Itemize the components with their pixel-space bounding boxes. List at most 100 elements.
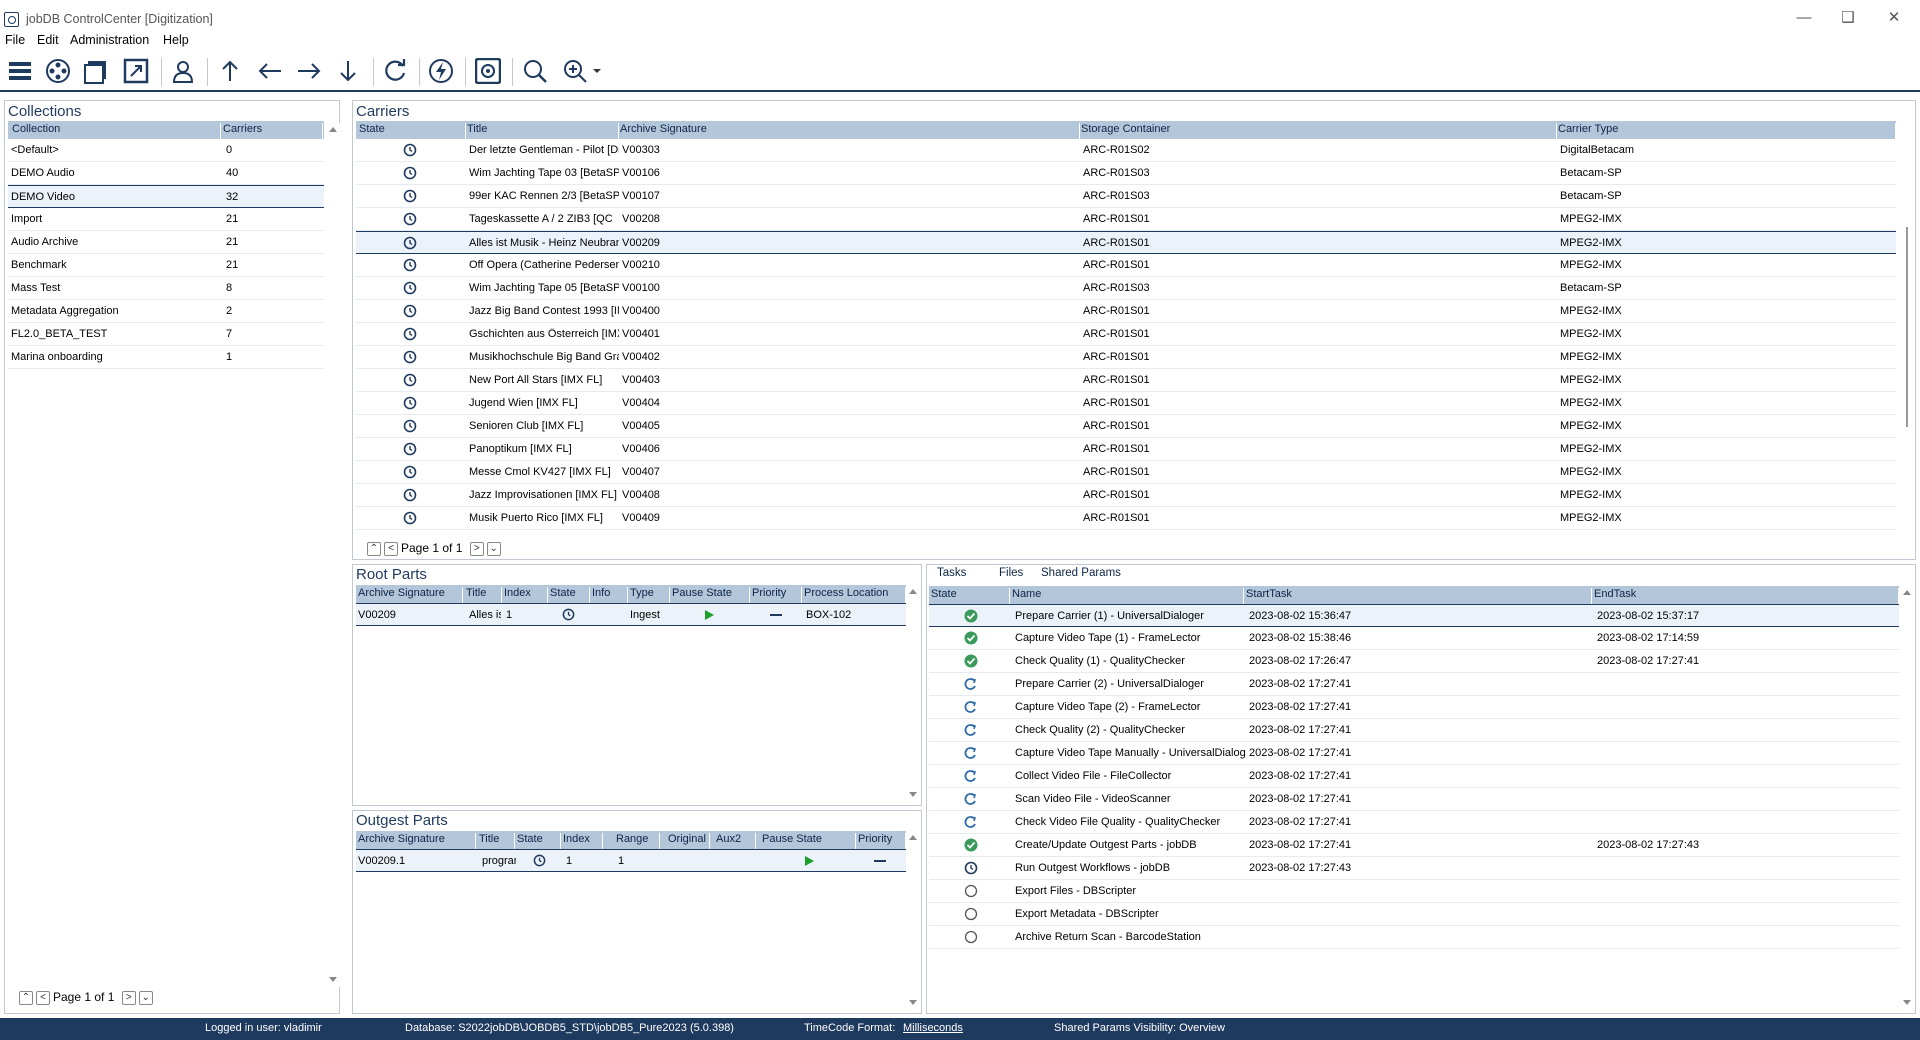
collection-row[interactable]: Mass Test 8 bbox=[8, 277, 324, 300]
col-aux2[interactable]: Aux2 bbox=[716, 833, 756, 849]
col-priority[interactable]: Priority bbox=[858, 833, 906, 849]
menu-administration[interactable]: Administration bbox=[70, 33, 149, 47]
task-row[interactable]: Prepare Carrier (1) - UniversalDialoger 2… bbox=[929, 604, 1899, 627]
carrier-row[interactable]: Off Opera (Catherine Pedersen V00210 ARC-R… bbox=[356, 254, 1896, 277]
col-title[interactable]: Title bbox=[479, 833, 515, 849]
pager-next-icon[interactable]: > bbox=[469, 541, 484, 556]
zoom-icon[interactable] bbox=[520, 56, 550, 86]
chevron-down-icon[interactable] bbox=[590, 56, 604, 86]
collections-scrollbar[interactable] bbox=[327, 123, 341, 987]
carrier-row[interactable]: Senioren Club [IMX FL] V00405 ARC-R01S01 MP… bbox=[356, 415, 1896, 438]
pager-prev-icon[interactable]: < bbox=[384, 541, 398, 556]
carrier-row[interactable]: Musik Puerto Rico [IMX FL] V00409 ARC-R01S… bbox=[356, 507, 1896, 530]
task-row[interactable]: Collect Video File - FileCollector 2023-0… bbox=[929, 765, 1899, 788]
minimize-button[interactable]: — bbox=[1782, 6, 1826, 30]
col-range[interactable]: Range bbox=[616, 833, 660, 849]
task-row[interactable]: Export Metadata - DBScripter bbox=[929, 903, 1899, 926]
collection-row[interactable]: Metadata Aggregation 2 bbox=[8, 300, 324, 323]
collection-row[interactable]: <Default> 0 bbox=[8, 139, 324, 162]
close-button[interactable]: ✕ bbox=[1872, 6, 1916, 30]
export-icon[interactable] bbox=[121, 56, 151, 86]
arrow-left-icon[interactable] bbox=[255, 56, 285, 86]
carrier-row[interactable]: Jazz Big Band Contest 1993 [IM V00400 ARC-… bbox=[356, 300, 1896, 323]
root-parts-scrollbar[interactable] bbox=[907, 585, 921, 803]
col-state[interactable]: State bbox=[517, 833, 561, 849]
col-pause-state[interactable]: Pause State bbox=[672, 587, 750, 603]
carrier-row[interactable]: Panoptikum [IMX FL] V00406 ARC-R01S01 MPEG2… bbox=[356, 438, 1896, 461]
table-row[interactable]: V00209.1 prograr 1 1 bbox=[356, 849, 906, 872]
carrier-row[interactable]: New Port All Stars [IMX FL] V00403 ARC-R01… bbox=[356, 369, 1896, 392]
pager-last-icon[interactable]: ⌄ bbox=[486, 541, 501, 556]
col-start-task[interactable]: StartTask bbox=[1246, 588, 1592, 604]
col-original[interactable]: Original bbox=[668, 833, 710, 849]
task-row[interactable]: Capture Video Tape Manually - UniversalD… bbox=[929, 742, 1899, 765]
tab-shared-params[interactable]: Shared Params bbox=[1041, 567, 1121, 579]
safe-icon[interactable] bbox=[473, 56, 503, 86]
menu-edit[interactable]: Edit bbox=[37, 33, 59, 47]
menu-help[interactable]: Help bbox=[163, 33, 189, 47]
col-archive-signature[interactable]: Archive Signature bbox=[620, 123, 1080, 139]
col-collection[interactable]: Collection bbox=[12, 123, 221, 139]
menu-icon[interactable] bbox=[5, 56, 35, 86]
pager-first-icon[interactable]: ⌃ bbox=[19, 990, 33, 1005]
pager-last-icon[interactable]: ⌄ bbox=[138, 990, 153, 1005]
col-title[interactable]: Title bbox=[467, 123, 619, 139]
collection-row[interactable]: DEMO Video 32 bbox=[8, 185, 324, 208]
task-row[interactable]: Check Quality (2) - QualityChecker 2023-0… bbox=[929, 719, 1899, 742]
task-row[interactable]: Run Outgest Workflows - jobDB 2023-08-02 … bbox=[929, 857, 1899, 880]
col-storage-container[interactable]: Storage Container bbox=[1081, 123, 1557, 139]
collection-row[interactable]: DEMO Audio 40 bbox=[8, 162, 324, 185]
col-pause-state[interactable]: Pause State bbox=[762, 833, 856, 849]
menu-file[interactable]: File bbox=[5, 33, 25, 47]
carrier-row[interactable]: Wim Jachting Tape 03 [BetaSP V00106 ARC-R0… bbox=[356, 162, 1896, 185]
col-index[interactable]: Index bbox=[504, 587, 548, 603]
col-title[interactable]: Title bbox=[466, 587, 502, 603]
arrow-right-icon[interactable] bbox=[294, 56, 324, 86]
collection-row[interactable]: Audio Archive 21 bbox=[8, 231, 324, 254]
col-archive-signature[interactable]: Archive Signature bbox=[358, 587, 463, 603]
restore-button[interactable]: ❑ bbox=[1826, 6, 1870, 30]
user-icon[interactable] bbox=[168, 56, 198, 86]
tasks-scrollbar[interactable] bbox=[1901, 586, 1915, 1011]
carrier-row[interactable]: Der letzte Gentleman - Pilot [Di V00303 AR… bbox=[356, 139, 1896, 162]
task-row[interactable]: Check Quality (1) - QualityChecker 2023-0… bbox=[929, 650, 1899, 673]
collection-row[interactable]: Import 21 bbox=[8, 208, 324, 231]
task-row[interactable]: Export Files - DBScripter bbox=[929, 880, 1899, 903]
col-priority[interactable]: Priority bbox=[752, 587, 802, 603]
col-info[interactable]: Info bbox=[592, 587, 628, 603]
col-process-location[interactable]: Process Location bbox=[804, 587, 906, 603]
timecode-format-link[interactable]: Milliseconds bbox=[903, 1022, 963, 1034]
film-reel-icon[interactable] bbox=[43, 56, 73, 86]
pager-first-icon[interactable]: ⌃ bbox=[367, 541, 381, 556]
play-icon[interactable] bbox=[804, 855, 815, 870]
outgest-parts-scrollbar[interactable] bbox=[907, 831, 921, 1011]
carrier-row[interactable]: Gschichten aus Österreich [IMX V00401 ARC-… bbox=[356, 323, 1896, 346]
carrier-row[interactable]: Wim Jachting Tape 05 [BetaSP V00100 ARC-R0… bbox=[356, 277, 1896, 300]
task-row[interactable]: Capture Video Tape (2) - FrameLector 2023… bbox=[929, 696, 1899, 719]
col-name[interactable]: Name bbox=[1012, 588, 1244, 604]
col-archive-signature[interactable]: Archive Signature bbox=[358, 833, 476, 849]
arrow-down-icon[interactable] bbox=[333, 56, 363, 86]
collection-row[interactable]: Marina onboarding 1 bbox=[8, 346, 324, 369]
col-end-task[interactable]: EndTask bbox=[1594, 588, 1899, 604]
tab-tasks[interactable]: Tasks bbox=[937, 567, 966, 579]
col-state[interactable]: State bbox=[550, 587, 590, 603]
task-row[interactable]: Capture Video Tape (1) - FrameLector 2023… bbox=[929, 627, 1899, 650]
carrier-row[interactable]: 99er KAC Rennen 2/3 [BetaSP V00107 ARC-R01… bbox=[356, 185, 1896, 208]
col-carriers[interactable]: Carriers bbox=[223, 123, 323, 139]
task-row[interactable]: Scan Video File - VideoScanner 2023-08-02… bbox=[929, 788, 1899, 811]
table-row[interactable]: V00209 Alles is 1 Ingest BOX-102 bbox=[356, 603, 906, 626]
carrier-icon[interactable] bbox=[81, 56, 111, 86]
pager-next-icon[interactable]: > bbox=[121, 990, 136, 1005]
task-row[interactable]: Check Video File Quality - QualityChecke… bbox=[929, 811, 1899, 834]
carrier-row[interactable]: Tageskassette A / 2 ZIB3 [QC V00208 ARC-R0… bbox=[356, 208, 1896, 231]
play-icon[interactable] bbox=[704, 609, 715, 624]
col-type[interactable]: Type bbox=[630, 587, 670, 603]
carrier-row[interactable]: Alles ist Musik - Heinz Neubranc V00209 AR… bbox=[356, 231, 1896, 254]
col-carrier-type[interactable]: Carrier Type bbox=[1558, 123, 1896, 139]
task-row[interactable]: Prepare Carrier (2) - UniversalDialoger 2… bbox=[929, 673, 1899, 696]
carrier-row[interactable]: Jugend Wien [IMX FL] V00404 ARC-R01S01 MPEG… bbox=[356, 392, 1896, 415]
tab-files[interactable]: Files bbox=[999, 567, 1023, 579]
arrow-up-icon[interactable] bbox=[215, 56, 245, 86]
collection-row[interactable]: Benchmark 21 bbox=[8, 254, 324, 277]
